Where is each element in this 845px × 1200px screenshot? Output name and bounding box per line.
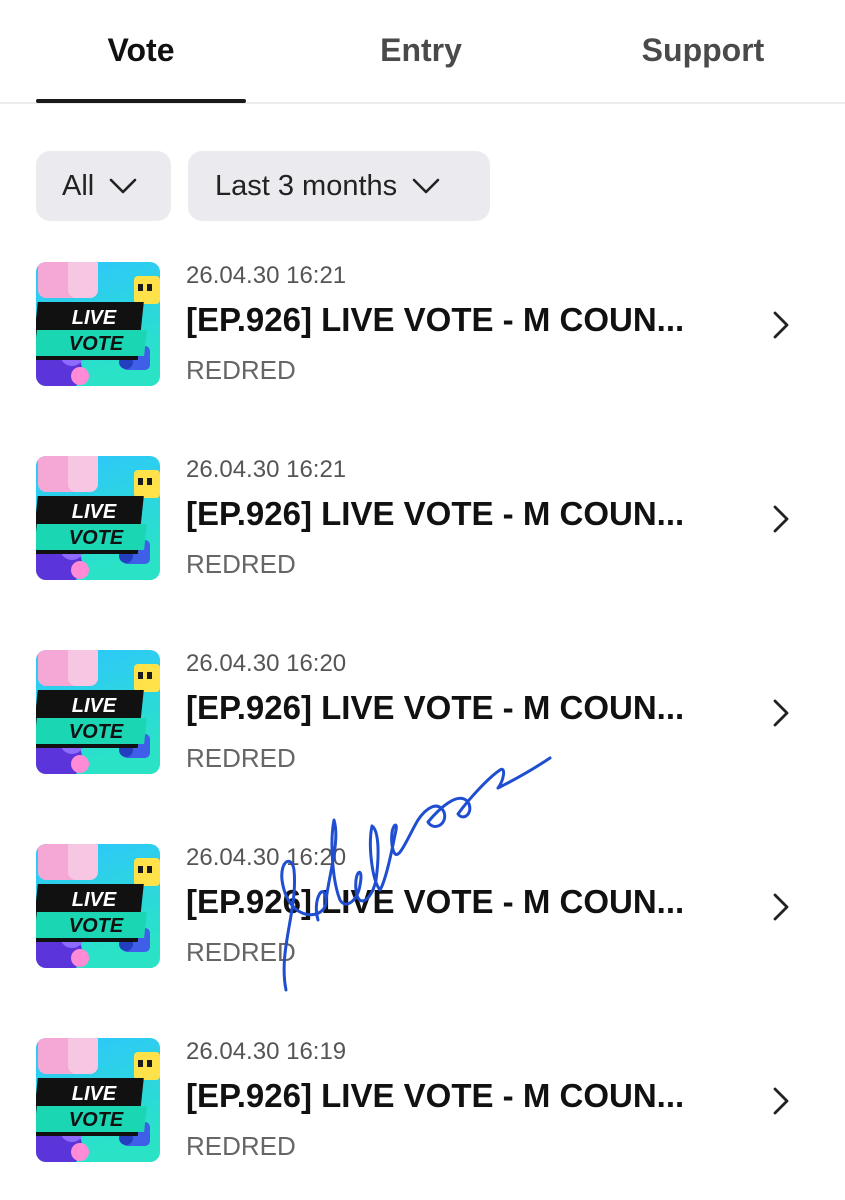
- thumbnail-text: VOTE: [69, 1109, 124, 1131]
- live-vote-thumbnail: LIVE VOTE: [36, 1038, 160, 1162]
- voted-artist: REDRED: [186, 743, 296, 773]
- vote-timestamp: 26.04.30 16:19: [186, 1038, 347, 1065]
- chevron-right-icon: [773, 1087, 789, 1115]
- category-filter-dropdown[interactable]: All: [36, 151, 171, 221]
- active-tab-indicator: [36, 99, 246, 103]
- thumbnail-text: LIVE: [72, 1083, 117, 1105]
- chevron-right-icon: [773, 893, 789, 921]
- chevron-down-icon: [109, 178, 137, 194]
- thumbnail-text: VOTE: [69, 527, 124, 549]
- thumbnail-text: VOTE: [69, 915, 124, 937]
- vote-list-item[interactable]: LIVE VOTE 26.04.30 16:21 [EP.926] LIVE V…: [0, 456, 845, 616]
- vote-list-item[interactable]: LIVE VOTE 26.04.30 16:19 [EP.926] LIVE V…: [0, 1038, 845, 1198]
- vote-timestamp: 26.04.30 16:20: [186, 650, 347, 677]
- thumbnail-text: LIVE: [72, 307, 117, 329]
- vote-title: [EP.926] LIVE VOTE - M COUN...: [186, 495, 685, 532]
- live-vote-thumbnail: LIVE VOTE: [36, 650, 160, 774]
- vote-list-item[interactable]: LIVE VOTE 26.04.30 16:20 [EP.926] LIVE V…: [0, 650, 845, 810]
- vote-timestamp: 26.04.30 16:21: [186, 262, 347, 289]
- voted-artist: REDRED: [186, 937, 296, 967]
- vote-timestamp: 26.04.30 16:21: [186, 456, 347, 483]
- tab-bar: Vote Entry Support: [0, 0, 845, 104]
- live-vote-thumbnail: LIVE VOTE: [36, 456, 160, 580]
- voted-artist: REDRED: [186, 355, 296, 385]
- vote-title: [EP.926] LIVE VOTE - M COUN...: [186, 301, 685, 338]
- tab-entry[interactable]: Entry: [316, 28, 526, 72]
- chevron-right-icon: [773, 505, 789, 533]
- vote-title: [EP.926] LIVE VOTE - M COUN...: [186, 1077, 685, 1114]
- thumbnail-text: LIVE: [72, 889, 117, 911]
- vote-title: [EP.926] LIVE VOTE - M COUN...: [186, 689, 685, 726]
- vote-title: [EP.926] LIVE VOTE - M COUN...: [186, 883, 685, 920]
- category-filter-label: All: [62, 169, 95, 202]
- tab-vote[interactable]: Vote: [36, 28, 246, 72]
- thumbnail-text: LIVE: [72, 695, 117, 717]
- thumbnail-text: LIVE: [72, 501, 117, 523]
- live-vote-thumbnail: LIVE VOTE: [36, 844, 160, 968]
- chevron-down-icon: [412, 178, 440, 194]
- thumbnail-text: VOTE: [69, 721, 124, 743]
- thumbnail-text: VOTE: [69, 333, 124, 355]
- period-filter-label: Last 3 months: [215, 169, 398, 202]
- voted-artist: REDRED: [186, 1131, 296, 1161]
- chevron-right-icon: [773, 311, 789, 339]
- tab-support[interactable]: Support: [598, 28, 808, 72]
- chevron-right-icon: [773, 699, 789, 727]
- period-filter-dropdown[interactable]: Last 3 months: [188, 151, 490, 221]
- live-vote-thumbnail: LIVE VOTE: [36, 262, 160, 386]
- vote-list-item[interactable]: LIVE VOTE 26.04.30 16:21 [EP.926] LIVE V…: [0, 262, 845, 422]
- vote-timestamp: 26.04.30 16:20: [186, 844, 347, 871]
- vote-list-item[interactable]: LIVE VOTE 26.04.30 16:20 [EP.926] LIVE V…: [0, 844, 845, 1004]
- voted-artist: REDRED: [186, 549, 296, 579]
